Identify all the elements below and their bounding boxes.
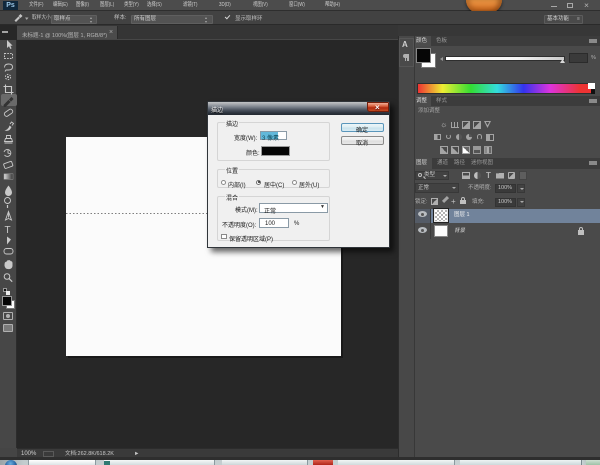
svg-text:T: T xyxy=(5,225,11,236)
